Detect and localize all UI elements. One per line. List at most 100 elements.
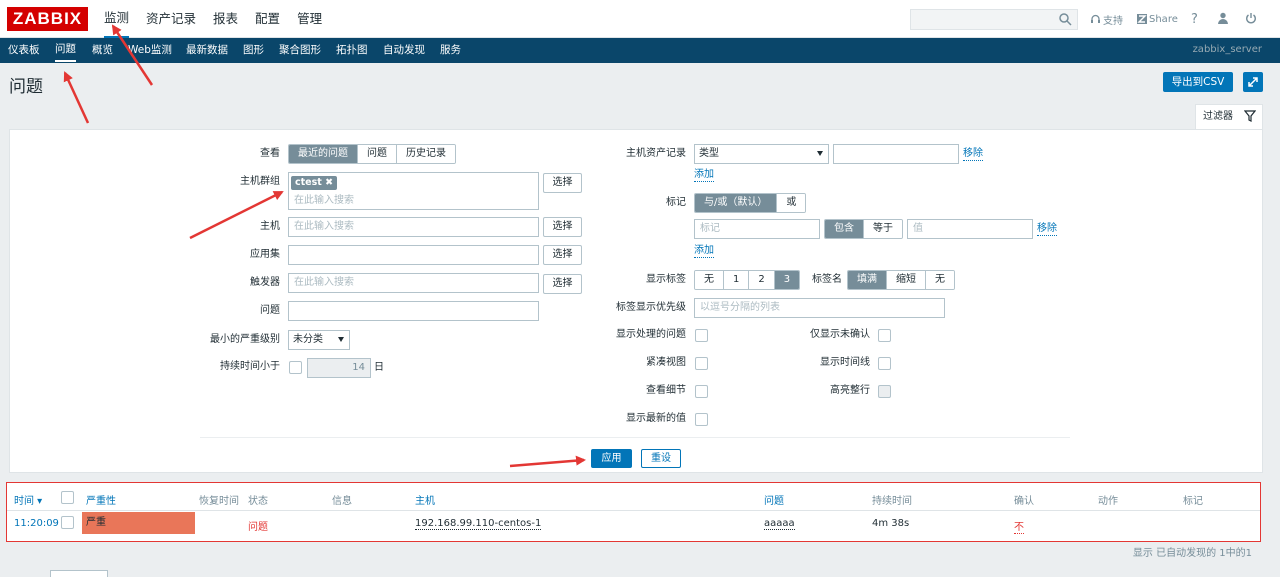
show-suppressed-label: 显示处理的问题	[616, 329, 686, 340]
col-actions: 动作	[1098, 496, 1118, 507]
latest-values-label: 显示最新的值	[626, 413, 686, 424]
tag-name-input[interactable]: 标记	[694, 219, 820, 239]
col-status: 状态	[248, 496, 268, 507]
inventory-value-input[interactable]	[833, 144, 959, 164]
show-timeline-checkbox[interactable]	[878, 357, 891, 370]
tag-name-none[interactable]: 无	[926, 271, 954, 289]
apply-button[interactable]: 应用	[591, 449, 632, 468]
support-link[interactable]: 支持	[1090, 12, 1123, 27]
tag-op-equals[interactable]: 等于	[864, 220, 902, 238]
col-recovery-time: 恢复时间	[199, 496, 239, 507]
application-input[interactable]	[288, 245, 539, 265]
menu-monitoring[interactable]: 监测	[104, 0, 130, 38]
view-recent-problems[interactable]: 最近的问题	[289, 145, 358, 163]
compact-view-label: 紧凑视图	[646, 357, 686, 368]
menu-configuration[interactable]: 配置	[255, 0, 280, 38]
duration-checkbox[interactable]	[289, 361, 302, 374]
row-checkbox[interactable]	[61, 516, 74, 529]
problem-input[interactable]	[288, 301, 539, 321]
tags-and-or[interactable]: 与/或（默认）	[695, 194, 778, 212]
tag-op-contains[interactable]: 包含	[825, 220, 864, 238]
host-group-label: 主机群组	[240, 176, 280, 187]
subnav-overview[interactable]: 概览	[92, 38, 113, 62]
filter-panel: 查看 最近的问题 问题 历史记录 主机群组 ctest ✖ 在此输入搜索 选择 …	[9, 129, 1263, 473]
tags-or[interactable]: 或	[777, 194, 806, 212]
menu-inventory[interactable]: 资产记录	[146, 0, 196, 38]
search-icon[interactable]	[1059, 13, 1072, 26]
tag-remove-link[interactable]: 移除	[1037, 222, 1057, 236]
host-input[interactable]: 在此输入搜索	[288, 217, 539, 237]
subnav-discovery[interactable]: 自动发现	[383, 38, 425, 62]
duration-unit: 日	[374, 362, 384, 373]
menu-administration[interactable]: 管理	[297, 0, 322, 38]
tag-name-full[interactable]: 填满	[848, 271, 887, 289]
subnav-web[interactable]: Web监测	[128, 38, 172, 62]
share-link[interactable]: Share	[1137, 14, 1178, 25]
latest-values-checkbox[interactable]	[695, 413, 708, 426]
host-group-input[interactable]: ctest ✖ 在此输入搜索	[288, 172, 539, 210]
subnav-graphs[interactable]: 图形	[243, 38, 264, 62]
filter-tab-label: 过滤器	[1203, 111, 1233, 122]
export-csv-button[interactable]: 导出到CSV	[1163, 72, 1233, 92]
col-severity[interactable]: 严重性	[86, 492, 116, 507]
support-label: 支持	[1103, 15, 1123, 27]
highlight-row-checkbox[interactable]	[878, 385, 891, 398]
col-info: 信息	[332, 496, 352, 507]
tag-name-short[interactable]: 缩短	[887, 271, 926, 289]
fullscreen-button[interactable]	[1243, 72, 1263, 92]
tags-label: 标记	[666, 197, 686, 208]
inventory-type-select[interactable]: 类型	[694, 144, 829, 164]
global-search-input[interactable]	[910, 9, 1078, 30]
tag-add-link[interactable]: 添加	[694, 244, 714, 258]
subnav-problems[interactable]: 问题	[55, 38, 76, 62]
col-problem[interactable]: 问题	[764, 492, 784, 507]
show-suppressed-checkbox[interactable]	[695, 329, 708, 342]
show-tags-2[interactable]: 2	[749, 271, 775, 289]
view-label: 查看	[260, 148, 280, 159]
trigger-select-button[interactable]: 选择	[543, 274, 582, 294]
host-select-button[interactable]: 选择	[543, 217, 582, 237]
show-tags-none[interactable]: 无	[695, 271, 724, 289]
host-group-select-button[interactable]: 选择	[543, 173, 582, 193]
filter-tab[interactable]: 过滤器	[1195, 104, 1263, 130]
subnav-maps[interactable]: 拓扑图	[336, 38, 368, 62]
select-all-checkbox[interactable]	[61, 491, 74, 504]
sign-out-icon[interactable]	[1245, 12, 1257, 24]
row-ack-link[interactable]: 不	[1014, 518, 1024, 534]
host-group-tag: ctest ✖	[291, 176, 338, 190]
arrow-to-problems	[63, 71, 90, 124]
share-z-icon	[1137, 14, 1147, 24]
show-tags-3[interactable]: 3	[774, 271, 800, 289]
view-problems[interactable]: 问题	[358, 145, 397, 163]
show-details-checkbox[interactable]	[695, 385, 708, 398]
host-group-placeholder: 在此输入搜索	[294, 195, 354, 206]
help-icon[interactable]: ?	[1191, 12, 1198, 27]
subnav-screens[interactable]: 聚合图形	[279, 38, 321, 62]
duration-input[interactable]: 14	[307, 358, 371, 378]
view-history[interactable]: 历史记录	[397, 145, 455, 163]
subnav-services[interactable]: 服务	[440, 38, 461, 62]
trigger-input[interactable]: 在此输入搜索	[288, 273, 539, 293]
show-tags-1[interactable]: 1	[724, 271, 750, 289]
subnav-dashboard[interactable]: 仪表板	[8, 38, 40, 62]
application-select-button[interactable]: 选择	[543, 245, 582, 265]
subnav-latest-data[interactable]: 最新数据	[186, 38, 228, 62]
reset-button[interactable]: 重设	[641, 449, 681, 468]
page-title: 问题	[9, 77, 43, 97]
tag-value-input[interactable]: 值	[907, 219, 1033, 239]
show-unack-checkbox[interactable]	[878, 329, 891, 342]
row-host-link[interactable]: 192.168.99.110-centos-1	[415, 518, 542, 530]
user-profile-icon[interactable]	[1217, 12, 1229, 24]
row-time-link[interactable]: 11:20:09	[14, 518, 59, 529]
col-host[interactable]: 主机	[415, 492, 435, 507]
col-time[interactable]: 时间 ▾	[14, 492, 42, 507]
row-problem-link[interactable]: aaaaa	[764, 518, 795, 530]
min-severity-select[interactable]: 未分类	[288, 330, 350, 350]
inventory-remove-link[interactable]: 移除	[963, 147, 983, 161]
compact-view-checkbox[interactable]	[695, 357, 708, 370]
zabbix-logo[interactable]: ZABBIX	[7, 7, 88, 31]
inventory-add-link[interactable]: 添加	[694, 168, 714, 182]
menu-reports[interactable]: 报表	[213, 0, 238, 38]
tag-name-label: 标签名	[812, 274, 842, 285]
tag-priority-input[interactable]: 以逗号分隔的列表	[694, 298, 945, 318]
